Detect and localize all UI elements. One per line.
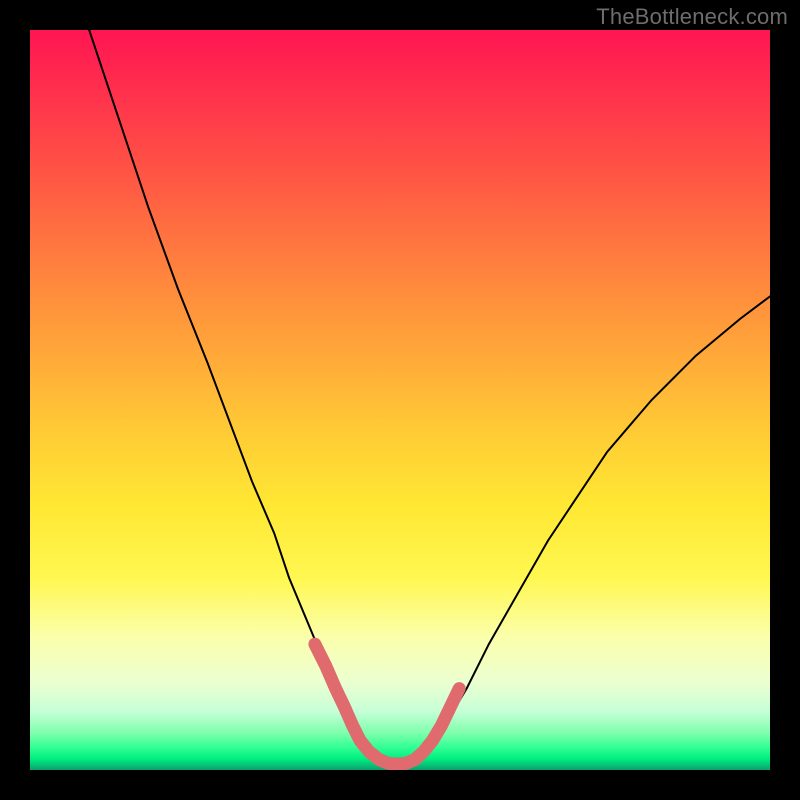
chart-frame: TheBottleneck.com: [0, 0, 800, 800]
chart-svg-layer: [30, 30, 770, 770]
sweet-spot-highlight: [315, 644, 459, 764]
bottleneck-curve: [89, 30, 770, 764]
watermark-text: TheBottleneck.com: [596, 4, 788, 30]
